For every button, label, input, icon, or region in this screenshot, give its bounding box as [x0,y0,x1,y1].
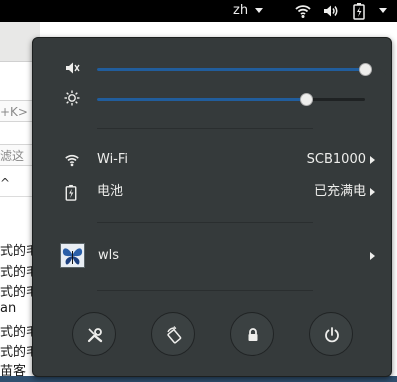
power-button[interactable] [309,312,353,356]
chevron-right-icon [370,252,375,260]
settings-button[interactable] [72,312,116,356]
separator [97,222,313,223]
background-list-item[interactable]: an [0,301,36,316]
battery-label: 电池 [97,184,124,199]
battery-menu-item[interactable]: 电池 已充满电 [33,178,393,206]
wifi-network-name: SCB1000 [306,152,366,167]
chevron-down-icon[interactable] [379,8,387,13]
background-list-item[interactable]: 式的毛 [0,321,36,340]
rotation-lock-button[interactable] [151,312,195,356]
background-list-item[interactable]: 式的毛 [0,281,36,300]
chevron-down-icon[interactable] [255,8,263,13]
lock-button[interactable] [230,312,274,356]
lock-icon [248,328,258,341]
user-menu-item[interactable]: wls [33,240,393,270]
chevron-right-icon [370,188,375,196]
chevron-right-icon [370,156,375,164]
brightness-slider-fill [97,98,307,101]
background-list-item[interactable]: 式的毛 [0,341,36,360]
background-search-field[interactable]: +K> [0,100,36,122]
wifi-icon[interactable] [294,2,312,20]
butterfly-avatar-icon [62,248,83,265]
speaker-icon [66,62,80,74]
brightness-slider-handle[interactable] [300,93,314,106]
brightness-slider[interactable] [97,93,365,106]
volume-slider-row [33,59,393,79]
wifi-icon [65,154,79,167]
avatar [60,243,85,268]
background-field-text: +K> [0,105,28,119]
background-list-item[interactable]: 式的毛 [0,261,36,280]
background-divider [0,196,36,197]
background-list-item[interactable]: 式的毛 [0,240,36,259]
brightness-slider-row [33,89,393,109]
background-caret[interactable]: ^ [0,176,10,190]
separator [97,128,313,129]
battery-icon[interactable] [352,2,366,20]
language-indicator[interactable]: zh [233,3,248,19]
background-field-text: 滤这 [0,149,25,163]
wifi-menu-item[interactable]: Wi-Fi SCB1000 [33,146,393,174]
battery-icon [65,184,77,201]
top-panel: zh [0,0,397,22]
tools-icon [87,328,103,343]
separator [97,290,313,291]
volume-slider[interactable] [97,63,372,76]
system-menu-popover: Wi-Fi SCB1000 电池 已充满电 wls [32,37,392,377]
background-filter-field[interactable]: 滤这 [0,144,36,166]
wifi-label: Wi-Fi [97,152,129,167]
user-name: wls [98,248,120,263]
battery-status: 已充满电 [313,184,366,199]
power-icon [325,327,339,343]
volume-slider-fill [97,68,365,71]
volume-icon[interactable] [322,2,340,20]
volume-slider-handle[interactable] [359,63,372,76]
brightness-icon [64,90,80,106]
rotation-icon [167,326,182,344]
